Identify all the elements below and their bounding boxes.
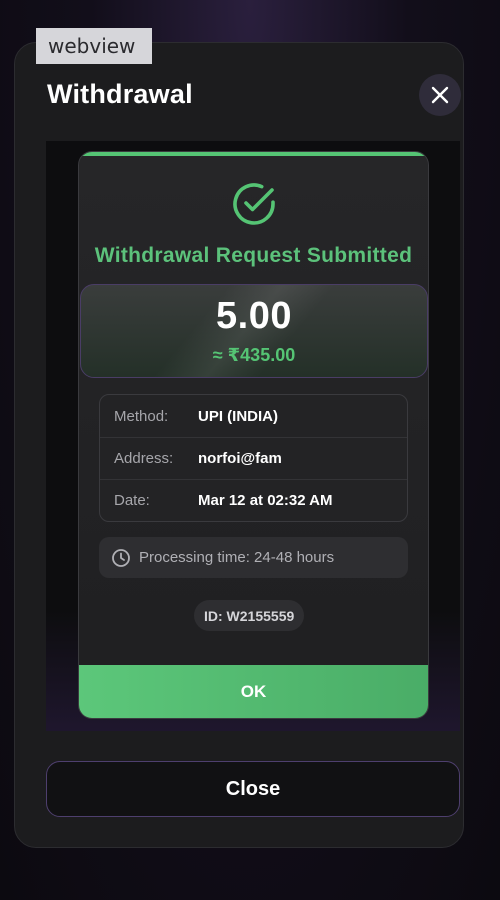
receipt-card: Withdrawal Request Submitted 5.00 ≈ ₹435… bbox=[78, 151, 429, 719]
detail-row-date: Date: Mar 12 at 02:32 AM bbox=[100, 479, 407, 521]
amount-box: 5.00 ≈ ₹435.00 bbox=[80, 284, 428, 378]
webview-label: webview bbox=[36, 28, 152, 64]
amount-value: 5.00 bbox=[216, 295, 292, 337]
detail-label: Address: bbox=[114, 450, 174, 467]
withdrawal-modal: Withdrawal Withdrawal Request Submitted … bbox=[14, 42, 464, 848]
clock-icon bbox=[111, 548, 131, 568]
close-icon bbox=[431, 86, 449, 104]
modal-title: Withdrawal bbox=[47, 79, 193, 109]
detail-label: Method: bbox=[114, 407, 169, 425]
ok-button[interactable]: OK bbox=[79, 665, 428, 718]
transaction-id-badge: ID: W2155559 bbox=[194, 600, 305, 631]
detail-label: Date: bbox=[114, 492, 150, 509]
fiat-amount: ≈ ₹435.00 bbox=[212, 345, 296, 365]
processing-time-notice: Processing time: 24-48 hours bbox=[99, 537, 408, 578]
detail-value: UPI (INDIA) bbox=[198, 407, 278, 425]
detail-row-method: Method: UPI (INDIA) bbox=[100, 395, 407, 437]
detail-value: norfoi@fam bbox=[198, 450, 282, 467]
detail-value: Mar 12 at 02:32 AM bbox=[198, 492, 333, 509]
close-button[interactable]: Close bbox=[46, 761, 460, 817]
processing-time-text: Processing time: 24-48 hours bbox=[139, 549, 335, 566]
webview-frame: Withdrawal Request Submitted 5.00 ≈ ₹435… bbox=[46, 141, 460, 731]
check-circle-icon bbox=[230, 180, 278, 228]
details-table: Method: UPI (INDIA) Address: norfoi@fam … bbox=[99, 394, 408, 522]
close-icon-button[interactable] bbox=[419, 74, 461, 116]
success-heading: Withdrawal Request Submitted bbox=[94, 244, 413, 267]
detail-row-address: Address: norfoi@fam bbox=[100, 437, 407, 479]
card-accent-line bbox=[79, 152, 428, 156]
